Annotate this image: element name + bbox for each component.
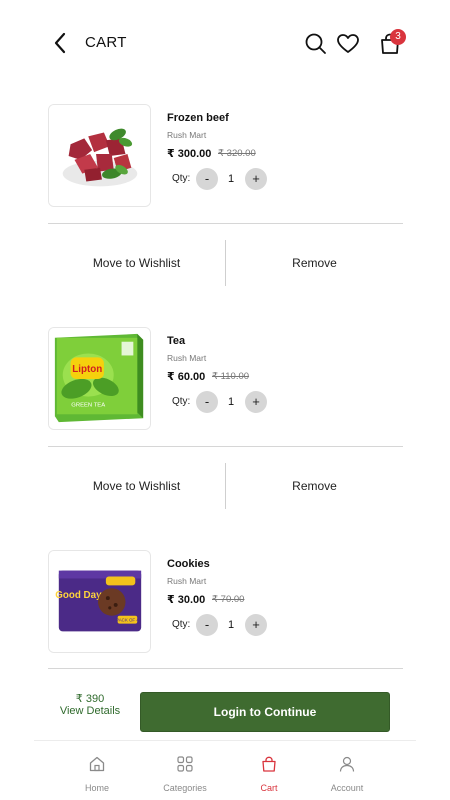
remove-button[interactable]: Remove: [226, 463, 403, 509]
nav-item-cart[interactable]: Cart: [231, 755, 307, 793]
frozen-beef-image: [49, 105, 150, 206]
original-price: ₹ 110.00: [212, 371, 250, 382]
nav-item-home[interactable]: Home: [59, 755, 135, 793]
qty-increase-button[interactable]: +: [245, 391, 267, 413]
product-name[interactable]: Frozen beef: [167, 112, 229, 124]
remove-button[interactable]: Remove: [226, 240, 403, 286]
product-image[interactable]: Good Day PACK OF 4: [48, 550, 151, 653]
product-price: ₹ 60.00: [167, 371, 206, 383]
back-button[interactable]: [48, 30, 72, 56]
original-price: ₹ 70.00: [212, 594, 245, 605]
svg-text:Good Day: Good Day: [55, 590, 102, 601]
shopping-bag-icon: [262, 756, 276, 772]
bottom-nav: Home Categories Cart Account: [34, 740, 416, 800]
move-to-wishlist-button[interactable]: Move to Wishlist: [48, 240, 225, 286]
qty-label: Qty:: [172, 396, 191, 407]
qty-increase-button[interactable]: +: [245, 168, 267, 190]
seller-name: Rush Mart: [167, 130, 207, 140]
qty-label: Qty:: [172, 619, 191, 630]
wishlist-button[interactable]: [335, 31, 361, 57]
lipton-green-tea-image: Lipton GREEN TEA: [49, 328, 150, 429]
nav-item-categories[interactable]: Categories: [147, 755, 223, 793]
chevron-left-icon: [54, 32, 66, 54]
nav-label-account: Account: [330, 783, 364, 793]
cart-total: ₹ 390: [75, 693, 105, 705]
qty-decrease-button[interactable]: -: [196, 168, 218, 190]
heart-icon: [337, 34, 359, 53]
product-price: ₹ 30.00: [167, 594, 206, 606]
app-header: CART 3: [0, 0, 450, 86]
cart-item: Frozen beef Rush Mart ₹ 300.00 ₹ 320.00 …: [0, 104, 450, 314]
nav-label-cart: Cart: [260, 783, 278, 793]
nav-label-categories: Categories: [163, 783, 207, 793]
nav-label-home: Home: [84, 783, 109, 793]
svg-text:GREEN TEA: GREEN TEA: [71, 402, 105, 408]
product-image[interactable]: [48, 104, 151, 207]
search-button[interactable]: [303, 31, 329, 57]
product-name[interactable]: Cookies: [167, 558, 210, 570]
nav-item-account[interactable]: Account: [309, 755, 385, 793]
good-day-cookies-image: Good Day PACK OF 4: [49, 551, 150, 652]
qty-value: 1: [227, 619, 235, 631]
seller-name: Rush Mart: [167, 576, 207, 586]
qty-value: 1: [227, 173, 235, 185]
cart-item: Good Day PACK OF 4 Cookies Rush Mart ₹ 3…: [0, 550, 450, 668]
login-to-continue-button[interactable]: Login to Continue: [140, 692, 390, 732]
qty-decrease-button[interactable]: -: [196, 391, 218, 413]
divider: [48, 668, 403, 669]
qty-label: Qty:: [172, 173, 191, 184]
qty-value: 1: [227, 396, 235, 408]
qty-increase-button[interactable]: +: [245, 614, 267, 636]
svg-text:Lipton: Lipton: [72, 364, 102, 375]
search-icon: [305, 33, 326, 54]
seller-name: Rush Mart: [167, 353, 207, 363]
bag-count-badge: 3: [390, 29, 406, 45]
page-title: CART: [85, 34, 127, 51]
view-details-link[interactable]: View Details: [48, 705, 132, 717]
home-icon: [89, 756, 105, 772]
user-icon: [339, 756, 355, 772]
cart-item: Lipton GREEN TEA Tea Rush Mart ₹ 60.00 ₹…: [0, 327, 450, 537]
product-name[interactable]: Tea: [167, 335, 185, 347]
qty-decrease-button[interactable]: -: [196, 614, 218, 636]
original-price: ₹ 320.00: [218, 148, 256, 159]
product-image[interactable]: Lipton GREEN TEA: [48, 327, 151, 430]
grid-icon: [177, 756, 193, 772]
divider: [48, 223, 403, 224]
move-to-wishlist-button[interactable]: Move to Wishlist: [48, 463, 225, 509]
product-price: ₹ 300.00: [167, 148, 212, 160]
svg-text:PACK OF 4: PACK OF 4: [116, 618, 139, 623]
divider: [48, 446, 403, 447]
